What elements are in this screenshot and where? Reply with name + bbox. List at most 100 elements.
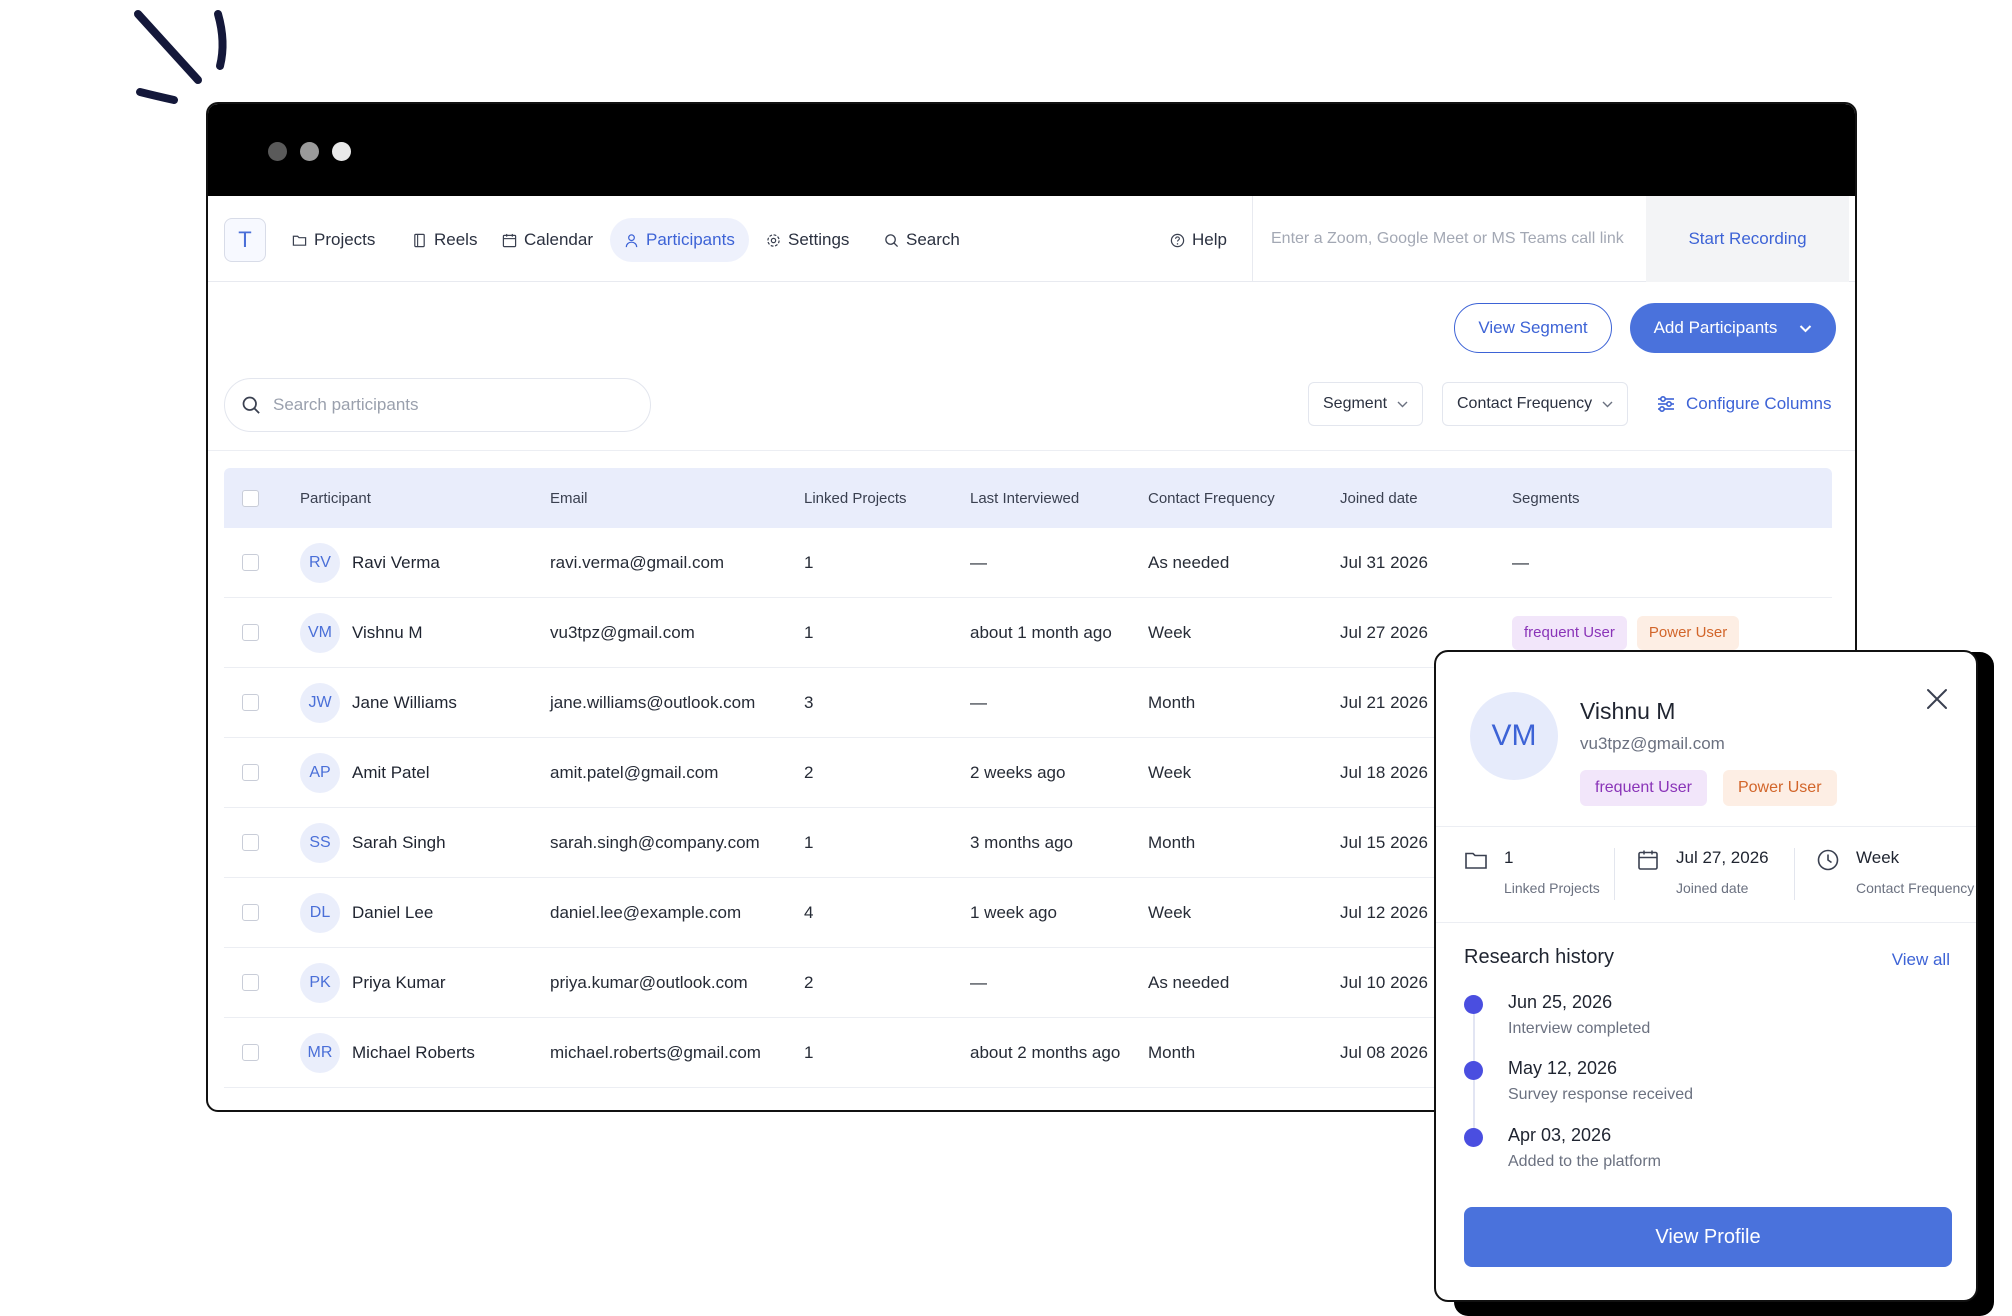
contact-frequency: Week [1148,762,1192,782]
segment-tag-power-user[interactable]: Power User [1636,615,1740,650]
avatar: RV [300,542,340,583]
participant-name[interactable]: Ravi Verma [352,553,440,573]
linked-projects-count: 1 [804,1042,814,1062]
card-participant-email: vu3tpz@gmail.com [1580,734,1725,753]
column-header-last-interviewed[interactable]: Last Interviewed [970,468,1079,528]
avatar: AP [300,752,340,793]
view-segment-button[interactable]: View Segment [1454,303,1612,353]
participant-name[interactable]: Michael Roberts [352,1043,475,1063]
window-close-dot[interactable] [268,142,287,161]
timeline-date: Jun 25, 2026 [1508,992,1613,1012]
start-recording-button[interactable]: Start Recording [1646,196,1849,282]
nav-label: Projects [314,230,376,249]
window-minimize-dot[interactable] [300,142,319,161]
participant-detail-card: VM Vishnu M vu3tpz@gmail.com frequent Us… [1434,650,1978,1302]
card-participant-name: Vishnu M [1580,698,1676,724]
card-divider [1436,922,1976,923]
linked-projects-count: 1 [804,622,814,642]
calendar-icon [1638,850,1658,870]
folder-icon [292,235,307,246]
configure-columns-button[interactable]: Configure Columns [1656,382,1832,426]
participant-email: vu3tpz@gmail.com [550,622,695,642]
linked-projects-count: 1 [804,552,814,572]
column-header-segments[interactable]: Segments [1512,468,1580,528]
participant-name[interactable]: Daniel Lee [352,903,433,923]
gear-icon [767,233,780,247]
select-all-checkbox[interactable] [242,489,259,507]
segment-tag-frequent-user[interactable]: frequent User [1580,770,1707,806]
nav-item-calendar[interactable]: Calendar [494,218,601,262]
contact-frequency: Month [1148,1042,1196,1062]
stat-divider [1614,848,1615,900]
view-all-link[interactable]: View all [1892,950,1950,970]
participant-email: ravi.verma@gmail.com [550,552,725,572]
last-interviewed: about 1 month ago [970,622,1112,642]
contact-frequency: As needed [1148,552,1230,572]
column-header-email[interactable]: Email [550,468,588,528]
participant-name[interactable]: Jane Williams [352,693,457,713]
last-interviewed: — [970,552,987,572]
last-interviewed: 3 months ago [970,832,1074,852]
joined-date: Jul 27 2026 [1340,622,1428,642]
participant-email: priya.kumar@outlook.com [550,972,748,992]
call-link-input[interactable]: Enter a Zoom, Google Meet or MS Teams ca… [1252,196,1646,282]
linked-projects-count: 1 [804,832,814,852]
segment-tag-power-user[interactable]: Power User [1722,770,1837,806]
column-header-contact-frequency[interactable]: Contact Frequency [1148,468,1275,528]
column-header-participant[interactable]: Participant [300,468,371,528]
row-checkbox[interactable] [242,764,259,781]
folder-icon [1465,852,1487,869]
participant-name[interactable]: Vishnu M [352,623,423,643]
participant-name[interactable]: Amit Patel [352,763,429,783]
view-profile-button[interactable]: View Profile [1464,1207,1952,1267]
timeline-date: May 12, 2026 [1508,1058,1618,1078]
nav-item-search[interactable]: Search [876,218,968,262]
close-icon[interactable] [1924,686,1950,712]
participant-name[interactable]: Sarah Singh [352,833,446,853]
chevron-down-icon[interactable] [1799,324,1812,333]
last-interviewed: about 2 months ago [970,1042,1121,1062]
avatar: DL [300,892,340,933]
joined-date: Jul 21 2026 [1340,692,1428,712]
row-checkbox[interactable] [242,974,259,991]
stat-value: 1 [1504,848,1514,867]
nav-item-settings[interactable]: Settings [758,218,857,262]
column-header-joined-date[interactable]: Joined date [1340,468,1418,528]
avatar: SS [300,822,340,863]
timeline-dot [1464,1128,1483,1147]
row-checkbox[interactable] [242,624,259,641]
app-logo[interactable]: T [224,218,266,262]
joined-date: Jul 10 2026 [1340,972,1428,992]
row-checkbox[interactable] [242,904,259,921]
add-participants-label: Add Participants [1653,318,1778,337]
research-history-title: Research history [1464,946,1615,968]
help-link[interactable]: Help [1162,218,1235,262]
timeline-description: Added to the platform [1508,1153,1661,1170]
nav-item-participants[interactable]: Participants [610,218,749,262]
nav-item-projects[interactable]: Projects [284,218,383,262]
timeline-dot [1464,995,1483,1014]
participant-search-input[interactable]: Search participants [224,378,651,432]
joined-date: Jul 15 2026 [1340,832,1428,852]
add-participants-button[interactable]: Add Participants [1630,303,1836,353]
column-header-linked-projects[interactable]: Linked Projects [804,468,907,528]
row-checkbox[interactable] [242,1044,259,1061]
table-row[interactable]: RV Ravi Verma ravi.verma@gmail.com 1 — As… [224,528,1832,598]
contact-frequency-filter-dropdown[interactable]: Contact Frequency [1442,382,1629,426]
timeline-description: Survey response received [1508,1086,1693,1103]
chevron-down-icon [1602,401,1613,407]
stat-label: Joined date [1676,880,1749,896]
row-checkbox[interactable] [242,554,259,571]
row-checkbox[interactable] [242,834,259,851]
segment-filter-dropdown[interactable]: Segment [1308,382,1424,426]
row-checkbox[interactable] [242,694,259,711]
linked-projects-count: 4 [804,902,814,922]
stat-divider [1794,848,1795,900]
window-maximize-dot[interactable] [332,142,351,161]
stat-label: Linked Projects [1504,880,1600,896]
participant-name[interactable]: Priya Kumar [352,973,446,993]
stat-label: Contact Frequency [1856,880,1975,896]
nav-item-reels[interactable]: Reels [404,218,485,262]
configure-columns-label: Configure Columns [1686,394,1832,413]
segment-tag-frequent-user[interactable]: frequent User [1512,615,1627,650]
